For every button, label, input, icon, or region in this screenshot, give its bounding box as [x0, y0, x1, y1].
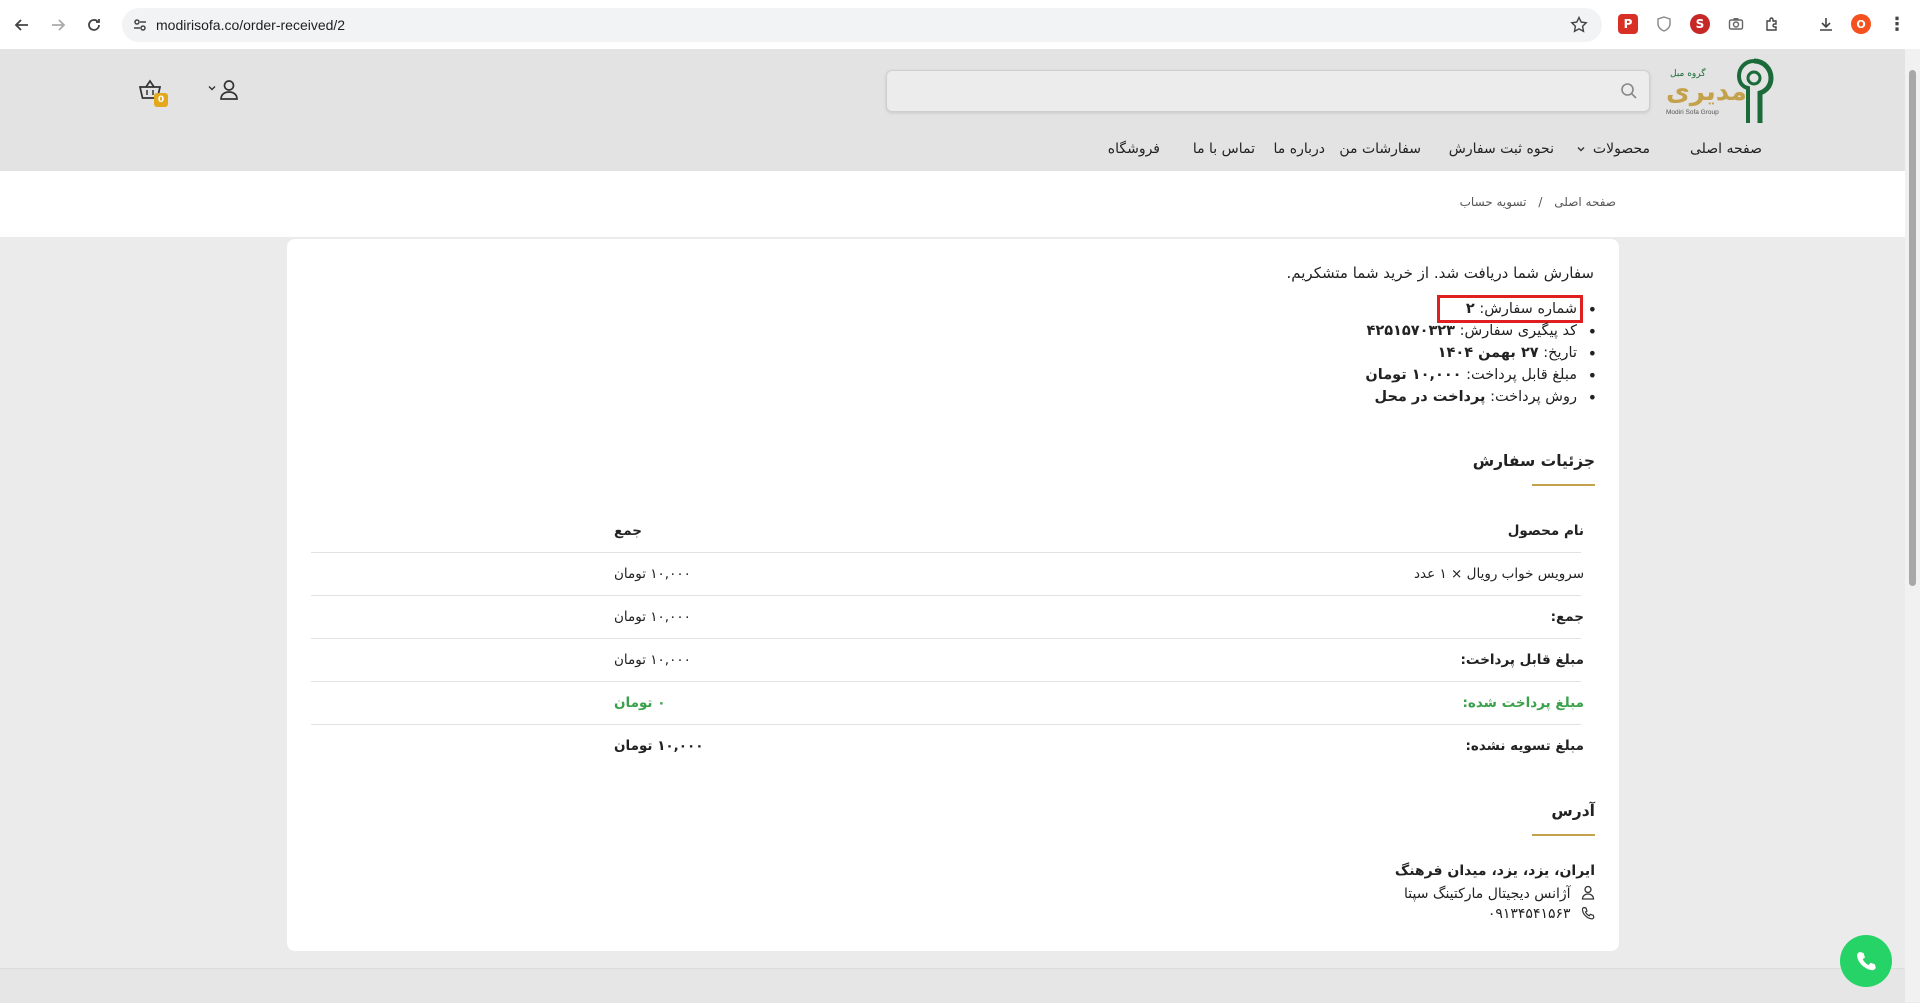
breadcrumb-separator: /	[1538, 195, 1543, 209]
payable-amount-label: مبلغ قابل پرداخت:	[1466, 367, 1577, 383]
cart-count-badge: 0	[154, 93, 168, 107]
breadcrumb-current: تسویه حساب	[1459, 195, 1527, 209]
order-details-underline	[1532, 484, 1595, 486]
subtotal-value: ۱۰,۰۰۰ تومان	[614, 609, 691, 625]
whatsapp-button[interactable]	[1840, 935, 1892, 987]
order-date-label: تاریخ:	[1543, 345, 1577, 361]
payable-label: مبلغ قابل پرداخت:	[1460, 652, 1584, 668]
breadcrumb: صفحه اصلی / تسویه حساب	[1460, 195, 1616, 209]
payable-amount-item: مبلغ قابل پرداخت: ۱۰,۰۰۰ تومان	[1365, 366, 1596, 385]
site-info-icon[interactable]	[132, 17, 148, 33]
browser-menu-icon[interactable]: ⋮	[1887, 14, 1907, 35]
tracking-code-label: کد پیگیری سفارش:	[1459, 323, 1577, 339]
reload-icon[interactable]	[82, 13, 106, 37]
logo-brand-text: مدیری	[1666, 77, 1747, 107]
user-icon	[220, 80, 238, 100]
page-scrollbar-thumb[interactable]	[1909, 70, 1916, 586]
breadcrumb-band: صفحه اصلی / تسویه حساب	[0, 171, 1905, 237]
nav-home[interactable]: صفحه اصلی	[1690, 141, 1762, 157]
product-name-link[interactable]: سرویس خواب رویال	[1467, 566, 1584, 582]
url-text: modirisofa.co/order-received/2	[156, 17, 346, 33]
nav-my-orders[interactable]: سفارشات من	[1339, 141, 1421, 157]
tracking-code-value: ۴۲۵۱۵۷۰۳۲۳	[1366, 323, 1456, 339]
thank-you-message: سفارش شما دریافت شد. از خرید شما متشکریم…	[1286, 264, 1595, 282]
phone-icon	[1581, 906, 1595, 920]
payment-method-label: روش پرداخت:	[1490, 389, 1577, 405]
table-divider	[311, 552, 1581, 553]
footer-band	[0, 968, 1905, 1003]
extension-camera-icon[interactable]	[1726, 14, 1746, 34]
extensions-puzzle-icon[interactable]	[1762, 14, 1782, 34]
product-qty: × ۱ عدد	[1414, 566, 1463, 582]
table-divider	[311, 681, 1581, 682]
profile-avatar[interactable]: O	[1851, 14, 1871, 34]
address-bar[interactable]: modirisofa.co/order-received/2	[122, 8, 1602, 42]
address-name-row: آژانس دیجیتال مارکتینگ سپتا	[1404, 885, 1595, 902]
table-header-total: جمع	[614, 523, 643, 539]
address-line: ایران، یزد، یزد، میدان فرهنگ	[1394, 863, 1595, 879]
order-number-item: شماره سفارش: ۲	[1465, 300, 1597, 319]
browser-toolbar: modirisofa.co/order-received/2 P S O ⋮	[0, 0, 1920, 50]
order-details-title: جزئیات سفارش	[1472, 452, 1595, 470]
whatsapp-phone-icon	[1857, 952, 1876, 971]
nav-shop[interactable]: فروشگاه	[1108, 141, 1160, 157]
chevron-down-icon	[208, 86, 216, 91]
breadcrumb-home-link[interactable]: صفحه اصلی	[1554, 195, 1616, 209]
subtotal-label: جمع:	[1550, 609, 1584, 625]
nav-products-label: محصولات	[1592, 141, 1650, 157]
payment-method-value: پرداخت در محل	[1374, 389, 1486, 405]
extension-p-icon[interactable]: P	[1618, 14, 1638, 34]
nav-products[interactable]: محصولات	[1576, 141, 1650, 157]
order-number-label: شماره سفارش:	[1479, 301, 1577, 317]
payable-value: ۱۰,۰۰۰ تومان	[614, 652, 691, 668]
tracking-code-item: کد پیگیری سفارش: ۴۲۵۱۵۷۰۳۲۳	[1366, 322, 1597, 341]
address-underline	[1532, 834, 1595, 836]
paid-label: مبلغ پرداخت شده:	[1462, 695, 1585, 711]
unpaid-value: ۱۰,۰۰۰ تومان	[614, 738, 704, 754]
table-divider	[311, 638, 1581, 639]
user-icon	[1581, 885, 1595, 900]
site-header: گروه مبل مدیری Modiri Sofa Group 0 صفحه …	[0, 49, 1905, 171]
nav-how-to-order[interactable]: نحوه ثبت سفارش	[1449, 141, 1554, 157]
chevron-down-icon	[1577, 147, 1585, 152]
recipient-name: آژانس دیجیتال مارکتینگ سپتا	[1404, 886, 1571, 902]
order-date-value: ۲۷ بهمن ۱۴۰۴	[1437, 345, 1539, 361]
payable-amount-value: ۱۰,۰۰۰ تومان	[1365, 367, 1462, 383]
user-account-button[interactable]	[207, 79, 241, 103]
bookmark-star-icon[interactable]	[1570, 16, 1588, 34]
table-divider	[311, 595, 1581, 596]
back-arrow-icon[interactable]	[10, 13, 34, 37]
site-logo[interactable]: گروه مبل مدیری Modiri Sofa Group	[1662, 57, 1774, 129]
payment-method-item: روش پرداخت: پرداخت در محل	[1374, 388, 1598, 407]
logo-sub-text: Modiri Sofa Group	[1666, 109, 1719, 116]
paid-value: ۰ تومان	[614, 695, 666, 711]
table-row-product: سرویس خواب رویال × ۱ عدد	[1414, 566, 1584, 582]
search-icon[interactable]	[1620, 82, 1638, 100]
table-header-product: نام محصول	[1507, 523, 1584, 539]
extension-s-icon[interactable]: S	[1690, 14, 1710, 34]
phone-number: ۰۹۱۳۴۵۴۱۵۶۳	[1487, 906, 1571, 922]
order-received-card: سفارش شما دریافت شد. از خرید شما متشکریم…	[287, 239, 1619, 951]
address-phone-row: ۰۹۱۳۴۵۴۱۵۶۳	[1488, 906, 1595, 922]
extension-shield-icon[interactable]	[1654, 14, 1674, 34]
unpaid-label: مبلغ تسویه نشده:	[1465, 738, 1584, 754]
nav-about-us[interactable]: درباره ما	[1274, 141, 1325, 157]
product-total: ۱۰,۰۰۰ تومان	[614, 566, 691, 582]
download-icon[interactable]	[1816, 14, 1836, 34]
forward-arrow-icon[interactable]	[46, 13, 70, 37]
address-title: آدرس	[1551, 802, 1595, 820]
order-number-value: ۲	[1465, 301, 1475, 317]
nav-contact-us[interactable]: تماس با ما	[1193, 141, 1255, 157]
order-date-item: تاریخ: ۲۷ بهمن ۱۴۰۴	[1437, 344, 1598, 363]
table-divider	[311, 724, 1581, 725]
search-input[interactable]	[886, 70, 1650, 112]
cart-button[interactable]: 0	[138, 79, 172, 111]
